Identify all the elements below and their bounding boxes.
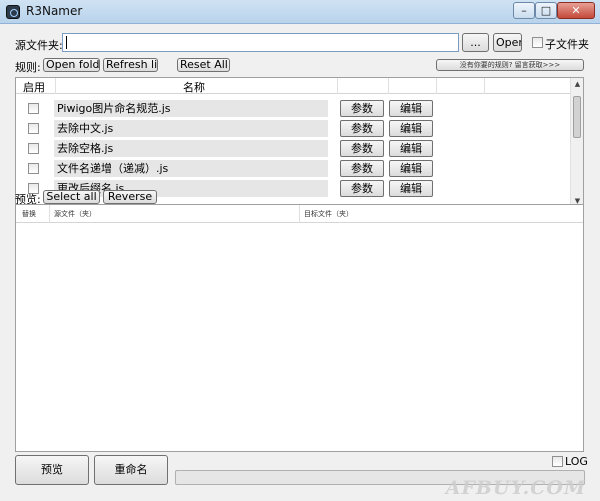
- rules-grid-header: 启用 名称: [16, 78, 571, 94]
- title-bar: R3Namer – □ ✕: [0, 0, 600, 24]
- subfolder-checkbox[interactable]: [532, 37, 543, 48]
- close-button[interactable]: ✕: [557, 2, 595, 19]
- select-all-button[interactable]: Select all: [43, 190, 100, 204]
- rule-edit-button[interactable]: 编辑: [389, 180, 433, 197]
- column-source: 源文件（夹）: [54, 210, 96, 218]
- rules-grid: 启用 名称 Piwigo图片命名规范.js 参数 编辑 去除中文.js 参数 编…: [15, 77, 584, 209]
- rule-params-button[interactable]: 参数: [340, 120, 384, 137]
- rule-row: Piwigo图片命名规范.js 参数 编辑: [16, 99, 571, 119]
- rule-enabled-checkbox[interactable]: [28, 163, 39, 174]
- rule-name: 去除空格.js: [54, 140, 328, 157]
- rename-button[interactable]: 重命名: [94, 455, 168, 485]
- rule-row: 文件名递增（递减）.js 参数 编辑: [16, 159, 571, 179]
- reverse-button[interactable]: Reverse: [103, 190, 157, 204]
- watermark: AFBUY.COM: [445, 477, 586, 499]
- rule-edit-button[interactable]: 编辑: [389, 120, 433, 137]
- rule-row: 去除中文.js 参数 编辑: [16, 119, 571, 139]
- rules-label: 规则:: [15, 61, 41, 74]
- preview-grid-header: 替换 源文件（夹） 目标文件（夹）: [16, 205, 583, 223]
- rule-enabled-checkbox[interactable]: [28, 143, 39, 154]
- open-folder-button[interactable]: Open folder: [43, 58, 100, 72]
- browse-button[interactable]: ...: [462, 33, 489, 52]
- app-icon: [6, 5, 20, 19]
- text-cursor: [66, 36, 67, 49]
- window-title: R3Namer: [26, 4, 83, 18]
- rule-enabled-checkbox[interactable]: [28, 123, 39, 134]
- rule-edit-button[interactable]: 编辑: [389, 100, 433, 117]
- rule-name: 文件名递增（递减）.js: [54, 160, 328, 177]
- minimize-button[interactable]: –: [513, 2, 535, 19]
- scroll-thumb[interactable]: [573, 96, 581, 138]
- column-enabled: 启用: [23, 81, 45, 94]
- rule-edit-button[interactable]: 编辑: [389, 160, 433, 177]
- main-panel: 源文件夹: ... Open 子文件夹 规则: Open folder Refr…: [0, 24, 600, 501]
- rule-name: 去除中文.js: [54, 120, 328, 137]
- rule-row: 去除空格.js 参数 编辑: [16, 139, 571, 159]
- log-label: LOG: [565, 455, 588, 468]
- rule-params-button[interactable]: 参数: [340, 160, 384, 177]
- rule-name: Piwigo图片命名规范.js: [54, 100, 328, 117]
- rule-params-button[interactable]: 参数: [340, 180, 384, 197]
- log-checkbox[interactable]: [552, 456, 563, 467]
- column-replace: 替换: [22, 210, 36, 218]
- preview-grid[interactable]: 替换 源文件（夹） 目标文件（夹）: [15, 204, 584, 452]
- rule-enabled-checkbox[interactable]: [28, 103, 39, 114]
- open-button[interactable]: Open: [493, 33, 522, 52]
- rule-params-button[interactable]: 参数: [340, 140, 384, 157]
- source-folder-label: 源文件夹:: [15, 39, 63, 52]
- maximize-button[interactable]: □: [535, 2, 557, 19]
- rule-edit-button[interactable]: 编辑: [389, 140, 433, 157]
- preview-button[interactable]: 预览: [15, 455, 89, 485]
- rule-params-button[interactable]: 参数: [340, 100, 384, 117]
- scroll-up-icon[interactable]: ▲: [571, 78, 583, 91]
- column-name: 名称: [183, 81, 205, 94]
- get-more-rules-button[interactable]: 没有你要的规则? 留言获取>>>: [436, 59, 584, 71]
- rules-scrollbar[interactable]: ▲ ▼: [570, 78, 583, 208]
- subfolder-label: 子文件夹: [545, 38, 589, 51]
- column-target: 目标文件（夹）: [304, 210, 353, 218]
- source-folder-input[interactable]: [62, 33, 459, 52]
- reset-all-button[interactable]: Reset All: [177, 58, 230, 72]
- refresh-list-button[interactable]: Refresh list: [103, 58, 158, 72]
